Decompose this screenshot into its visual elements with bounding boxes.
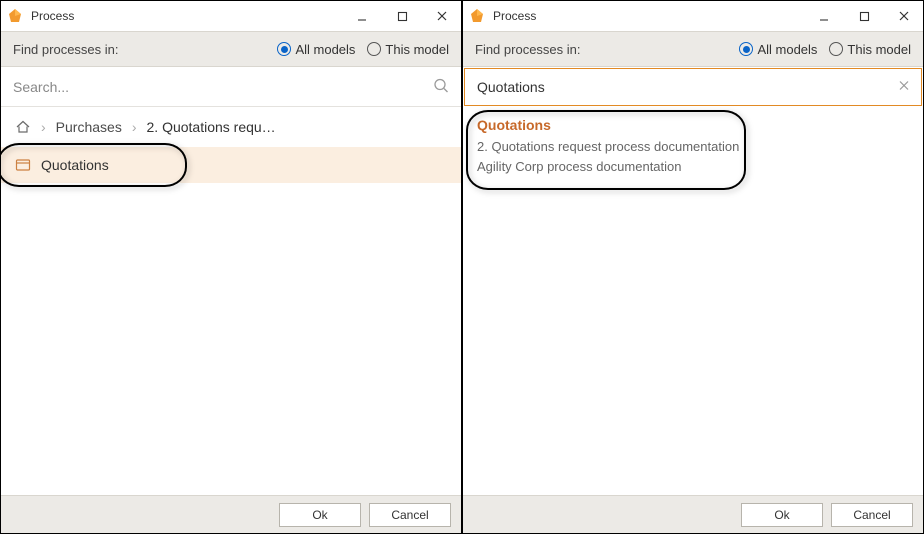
suggestion-title: Quotations (477, 117, 909, 133)
breadcrumb: › Purchases › 2. Quotations requ… (1, 107, 461, 147)
list-item-selected[interactable]: Quotations (1, 147, 461, 183)
radio-all-models[interactable]: All models (277, 42, 355, 57)
maximize-button[interactable] (391, 5, 413, 27)
radio-this-label: This model (847, 42, 911, 57)
search-field-wrap: Quotations (463, 67, 923, 107)
document-icon (15, 158, 31, 172)
dialog-footer: Ok Cancel (463, 495, 923, 533)
suggestion-line: 2. Quotations request process documentat… (477, 137, 909, 157)
dialog-footer: Ok Cancel (1, 495, 461, 533)
app-icon (469, 8, 485, 24)
process-dialog-right: Process Find processes in: All models (462, 0, 924, 534)
maximize-button[interactable] (853, 5, 875, 27)
search-field-wrap: Search... (1, 67, 461, 107)
filter-bar: Find processes in: All models This model (1, 31, 461, 67)
filter-label: Find processes in: (475, 42, 725, 57)
close-button[interactable] (893, 5, 915, 27)
titlebar: Process (1, 1, 461, 31)
breadcrumb-current: 2. Quotations requ… (147, 119, 276, 135)
search-input[interactable]: Search... (1, 67, 461, 107)
filter-label: Find processes in: (13, 42, 263, 57)
search-icon (433, 78, 449, 97)
ok-button[interactable]: Ok (741, 503, 823, 527)
window-title: Process (31, 9, 351, 23)
minimize-button[interactable] (351, 5, 373, 27)
process-dialog-left: Process Find processes in: All models (0, 0, 462, 534)
suggestion-line: Agility Corp process documentation (477, 157, 909, 177)
search-input[interactable]: Quotations (464, 68, 922, 106)
radio-this-label: This model (385, 42, 449, 57)
radio-all-label: All models (757, 42, 817, 57)
model-scope-radio-group: All models This model (277, 42, 449, 57)
breadcrumb-item[interactable]: Purchases (56, 119, 122, 135)
ok-button[interactable]: Ok (279, 503, 361, 527)
breadcrumb-sep: › (41, 119, 46, 135)
cancel-button[interactable]: Cancel (831, 503, 913, 527)
home-icon[interactable] (15, 119, 31, 135)
model-scope-radio-group: All models This model (739, 42, 911, 57)
titlebar: Process (463, 1, 923, 31)
cancel-button[interactable]: Cancel (369, 503, 451, 527)
app-icon (7, 8, 23, 24)
search-suggestion[interactable]: Quotations 2. Quotations request process… (463, 107, 923, 187)
filter-bar: Find processes in: All models This model (463, 31, 923, 67)
radio-this-model[interactable]: This model (829, 42, 911, 57)
radio-all-label: All models (295, 42, 355, 57)
close-button[interactable] (431, 5, 453, 27)
radio-all-models[interactable]: All models (739, 42, 817, 57)
clear-icon[interactable] (897, 79, 911, 96)
radio-this-model[interactable]: This model (367, 42, 449, 57)
minimize-button[interactable] (813, 5, 835, 27)
window-title: Process (493, 9, 813, 23)
list-item-label: Quotations (41, 157, 109, 173)
breadcrumb-sep: › (132, 119, 137, 135)
